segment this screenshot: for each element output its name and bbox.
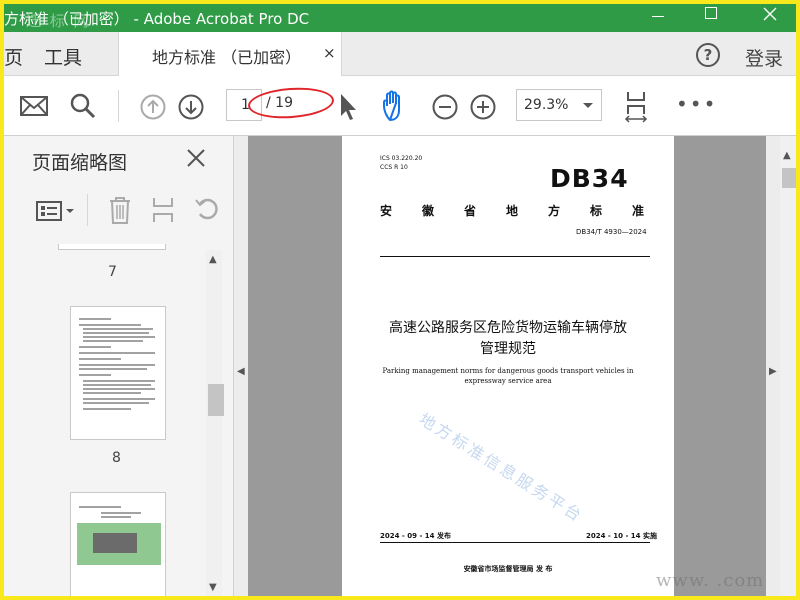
ccs-line: CCS R 10 — [380, 164, 408, 171]
toolbar: 1 / 19 29.3% ••• — [4, 76, 796, 136]
chevron-right-icon: ▶ — [769, 366, 777, 377]
panel-title: 页面缩略图 — [32, 152, 128, 174]
close-icon — [763, 7, 777, 21]
close-panel-icon[interactable] — [186, 148, 206, 168]
page-preview-text — [79, 318, 155, 410]
page-thumbnail[interactable] — [58, 244, 166, 250]
chinese-title-line: 管理规范 — [480, 341, 536, 357]
hand-tool-icon[interactable] — [382, 90, 412, 122]
pdf-page: ICS 03.220.20 CCS R 10 DB34 安徽省地方标准 DB34… — [342, 136, 674, 596]
next-page-icon[interactable] — [178, 94, 204, 120]
collapse-left-panel-button[interactable]: ◀ — [234, 136, 248, 596]
help-icon[interactable]: ? — [696, 43, 720, 67]
divider — [380, 542, 650, 543]
tab-tools[interactable]: 工具 — [44, 43, 82, 70]
email-icon[interactable] — [20, 96, 48, 116]
tab-close-button[interactable]: × — [323, 44, 336, 62]
tab-home[interactable]: 页 — [4, 43, 23, 70]
login-button[interactable]: 登录 — [745, 44, 783, 71]
extract-pages-icon[interactable] — [150, 196, 176, 224]
fit-page-icon[interactable] — [624, 90, 650, 124]
tab-document-label: 地方标准 （已加密） — [152, 48, 302, 67]
zoom-level-select[interactable]: 29.3% — [516, 89, 602, 121]
implement-date: 2024 - 10 - 14 实施 — [586, 532, 657, 540]
thumbnail-scrollbar[interactable]: ▲ ▼ — [206, 250, 224, 596]
document-view: ◀ ICS 03.220.20 CCS R 10 DB34 安徽省地方标准 DB… — [234, 136, 796, 596]
title-bar: 方标准 （已加密） - Adobe Acrobat Pro DC 迁 标 网 — [4, 4, 796, 32]
acrobat-window: 方标准 （已加密） - Adobe Acrobat Pro DC 迁 标 网 页… — [4, 4, 796, 596]
tab-bar: 页 工具 地方标准 （已加密） × ? 登录 — [4, 32, 796, 76]
page-thumbnails-panel: 页面缩略图 7 8 ▲ ▼ — [4, 136, 234, 596]
toolbar-divider — [118, 90, 119, 122]
document-scrollbar[interactable]: ▲ — [780, 136, 796, 596]
select-cursor-icon[interactable] — [338, 92, 358, 122]
thumbnail-list: 7 8 — [16, 244, 204, 596]
collapse-right-panel-button[interactable]: ▶ — [766, 136, 780, 596]
standard-code: DB34 — [550, 164, 629, 193]
scroll-up-icon[interactable]: ▲ — [209, 254, 217, 265]
thumbnail-options-icon[interactable] — [36, 200, 76, 222]
chevron-down-icon — [583, 103, 593, 108]
page-thumbnail[interactable] — [70, 306, 166, 440]
scrollbar-thumb[interactable] — [782, 168, 796, 188]
province-standard-title: 安徽省地方标准 — [380, 204, 650, 218]
zoom-out-icon[interactable] — [432, 94, 458, 120]
panel-divider — [87, 194, 88, 226]
more-options-button[interactable]: ••• — [676, 92, 717, 116]
issuer: 安徽省市场监督管理局 发 布 — [463, 565, 553, 573]
thumbnail-label: 7 — [108, 264, 117, 280]
english-title: Parking management norms for dangerous g… — [382, 367, 634, 385]
minimize-icon — [652, 16, 664, 17]
minimize-button[interactable] — [634, 4, 680, 32]
scrollbar-thumb[interactable] — [208, 384, 224, 416]
thumbnail-label: 8 — [112, 450, 121, 466]
close-window-button[interactable] — [746, 4, 792, 32]
page-preview-diagram — [77, 506, 161, 565]
page-thumbnail[interactable] — [70, 492, 166, 596]
rotate-page-icon[interactable] — [194, 196, 220, 224]
ics-code: ICS 03.220.20 CCS R 10 — [380, 154, 422, 172]
delete-page-icon[interactable] — [108, 196, 132, 224]
tab-document[interactable]: 地方标准 （已加密） × — [118, 32, 342, 76]
zoom-level-value: 29.3% — [524, 97, 569, 113]
watermark-logo: 迁 标 网 — [26, 12, 91, 30]
previous-page-icon[interactable] — [140, 94, 166, 120]
publish-date: 2024 - 09 - 14 发布 — [380, 532, 451, 540]
chevron-left-icon: ◀ — [237, 366, 245, 377]
search-icon[interactable] — [70, 93, 96, 119]
scroll-up-icon[interactable]: ▲ — [783, 150, 791, 161]
maximize-icon — [705, 7, 717, 19]
divider — [380, 256, 650, 257]
page-watermark: 地方标准信息服务平台 — [415, 409, 588, 527]
chinese-title-line: 高速公路服务区危险货物运输车辆停放 — [389, 320, 627, 336]
maximize-button[interactable] — [687, 4, 733, 32]
scroll-down-icon[interactable]: ▼ — [209, 582, 217, 593]
standard-number: DB34/T 4930—2024 — [576, 228, 647, 236]
site-watermark: www. .com — [656, 570, 765, 591]
panel-toolbar — [32, 192, 224, 230]
ics-line: ICS 03.220.20 — [380, 155, 423, 162]
zoom-in-icon[interactable] — [470, 94, 496, 120]
chinese-title: 高速公路服务区危险货物运输车辆停放 管理规范 — [362, 318, 654, 360]
